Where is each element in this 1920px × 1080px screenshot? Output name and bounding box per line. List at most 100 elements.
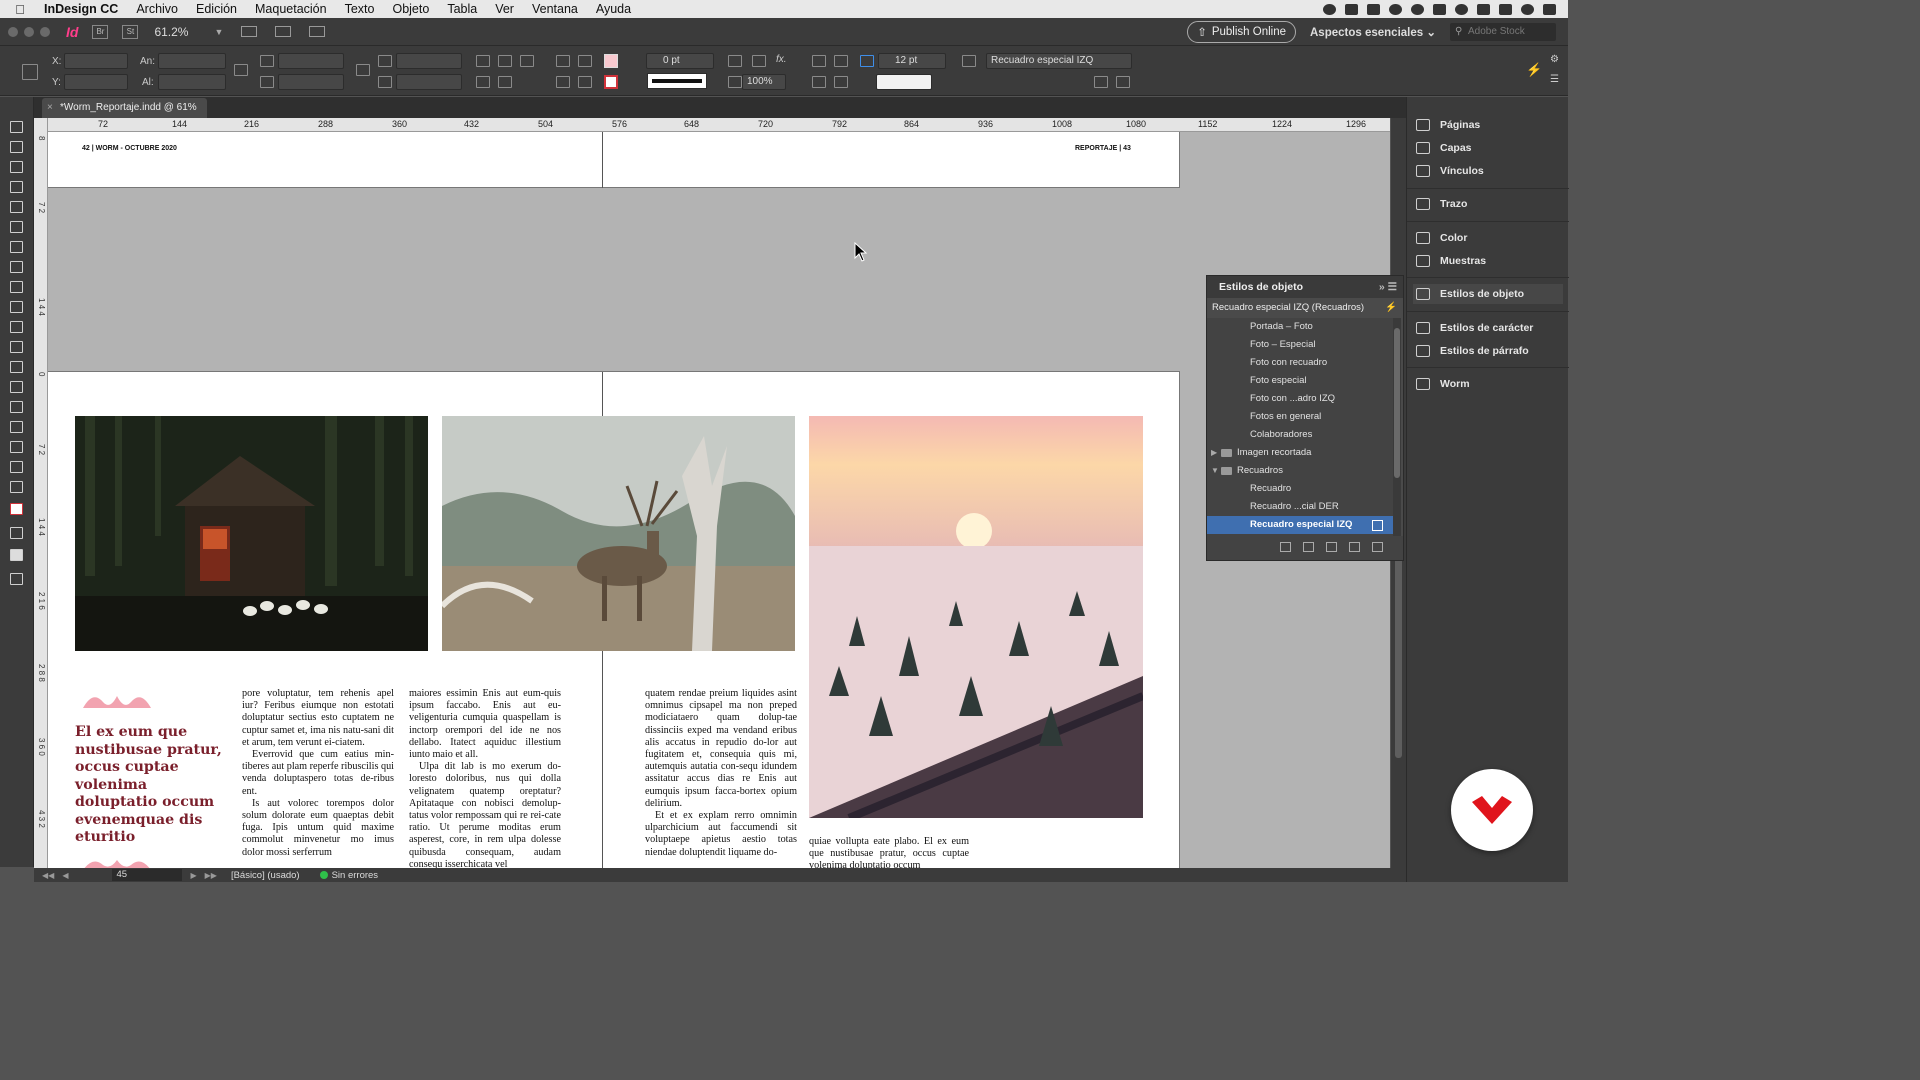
rotate-cw-icon[interactable]: [476, 55, 490, 67]
clear-non-defined-icon[interactable]: [1326, 542, 1337, 552]
dropbox-icon[interactable]: [1367, 3, 1380, 15]
direct-selection-tool-icon[interactable]: [10, 141, 23, 153]
screen-mode-tool-icon[interactable]: [10, 573, 23, 585]
arrange-documents-icon[interactable]: [309, 26, 326, 37]
scale-x-field[interactable]: [278, 53, 344, 69]
align-icon[interactable]: [812, 76, 826, 88]
stock-button[interactable]: St: [122, 24, 139, 39]
y-field[interactable]: [64, 74, 128, 90]
gradient-tool-icon[interactable]: [10, 381, 23, 393]
scale-y-icon[interactable]: [260, 76, 274, 88]
new-group-icon[interactable]: [1280, 542, 1291, 552]
style-item[interactable]: Fotos en general: [1207, 408, 1393, 426]
constrain-proportions-icon[interactable]: [234, 64, 248, 76]
menu-ayuda[interactable]: Ayuda: [587, 2, 640, 16]
panel-scrollbar[interactable]: [1393, 318, 1401, 536]
rotate-ccw-icon[interactable]: [498, 55, 512, 67]
text-wrap-box-icon[interactable]: [834, 55, 848, 67]
rotate-angle-field[interactable]: [396, 53, 462, 69]
opacity-icon[interactable]: [728, 76, 742, 88]
gap-tool-icon[interactable]: [10, 181, 23, 193]
frame-fitting-icon[interactable]: [752, 55, 766, 67]
style-item[interactable]: Foto con recuadro: [1207, 354, 1393, 372]
view-options-icon[interactable]: [241, 26, 258, 37]
sync-icon[interactable]: [1389, 3, 1402, 15]
object-style-select[interactable]: Recuadro especial IZQ: [986, 53, 1132, 69]
pasteboard[interactable]: 42 | WORM - OCTUBRE 2020 REPORTAJE | 43: [48, 132, 1390, 868]
width-field[interactable]: [158, 53, 226, 69]
rectangle-tool-icon[interactable]: [10, 321, 23, 333]
x-field[interactable]: [64, 53, 128, 69]
clear-overrides-icon[interactable]: [1094, 76, 1108, 88]
fill-stroke-icon[interactable]: [10, 503, 23, 515]
chevron-down-icon[interactable]: ▼: [1211, 462, 1219, 480]
text-column-1[interactable]: pore voluptatur, tem rehenis apel iur? F…: [242, 688, 394, 859]
pen-tool-icon[interactable]: [10, 261, 23, 273]
style-item[interactable]: Recuadro ...cial DER: [1207, 498, 1393, 516]
object-styles-panel-header[interactable]: Estilos de objeto » ☰: [1207, 276, 1403, 298]
style-item[interactable]: Foto – Especial: [1207, 336, 1393, 354]
line-tool-icon[interactable]: [10, 241, 23, 253]
workspace-switcher[interactable]: Aspectos esenciales ⌄: [1310, 25, 1436, 39]
dock-estilos-parrafo[interactable]: Estilos de párrafo: [1413, 341, 1563, 361]
menu-app-name[interactable]: InDesign CC: [40, 2, 127, 16]
dock-paginas[interactable]: Páginas: [1413, 115, 1563, 135]
preflight-status[interactable]: Sin errores: [332, 870, 378, 881]
gear-icon[interactable]: ⚙: [1550, 54, 1559, 65]
selection-tool-icon[interactable]: [10, 121, 23, 133]
scissors-tool-icon[interactable]: [10, 341, 23, 353]
flag-icon[interactable]: [1499, 3, 1512, 15]
eyedropper-tool-icon[interactable]: [10, 441, 23, 453]
shear-angle-icon[interactable]: [378, 76, 392, 88]
content-collector-icon[interactable]: [10, 201, 23, 213]
panel-menu-icon[interactable]: ☰: [1550, 74, 1559, 85]
s-icon[interactable]: [1433, 3, 1446, 15]
spread-main[interactable]: El ex eum que nustibusae pratur, occus c…: [48, 371, 1180, 868]
stroke-type-select[interactable]: [647, 73, 707, 89]
delete-style-icon[interactable]: [1372, 542, 1383, 552]
type-tool-icon[interactable]: [10, 221, 23, 233]
zoom-tool-icon[interactable]: [10, 481, 23, 493]
style-group-collapsed[interactable]: ▶ Imagen recortada: [1207, 444, 1393, 462]
text-column-4[interactable]: quiae vollupta eate plabo. El ex eum que…: [809, 836, 969, 868]
hand-tool-icon[interactable]: [10, 461, 23, 473]
dock-estilos-objeto[interactable]: Estilos de objeto: [1413, 284, 1563, 304]
volume-icon[interactable]: [1477, 3, 1490, 15]
vertical-ruler[interactable]: 8 7 2 1 4 4 0 7 2 1 4 4 2 1 6 2 8 8 3 6 …: [34, 118, 48, 868]
dock-color[interactable]: Color: [1413, 228, 1563, 248]
corner-size-field[interactable]: 12 pt: [878, 53, 946, 69]
spread-top[interactable]: 42 | WORM - OCTUBRE 2020 REPORTAJE | 43: [48, 132, 1180, 188]
height-field[interactable]: [158, 74, 226, 90]
link-scale-icon[interactable]: [356, 64, 370, 76]
clear-overrides-icon[interactable]: [1303, 542, 1314, 552]
clear-attributes-icon[interactable]: [1116, 76, 1130, 88]
dock-estilos-caracter[interactable]: Estilos de carácter: [1413, 318, 1563, 338]
text-wrap-none-icon[interactable]: [812, 55, 826, 67]
select-previous-icon[interactable]: [578, 55, 592, 67]
cloud-icon[interactable]: [1411, 3, 1424, 15]
flip-horizontal-icon[interactable]: [476, 76, 490, 88]
shear-angle-field[interactable]: [396, 74, 462, 90]
panel-collapse-menu-icon[interactable]: » ☰: [1379, 276, 1397, 298]
apply-color-icon[interactable]: [10, 549, 23, 561]
horizontal-ruler[interactable]: 72 144 216 288 360 432 504 576 648 720 7…: [48, 118, 1390, 132]
style-item[interactable]: Colaboradores: [1207, 426, 1393, 444]
stroke-swatch[interactable]: [604, 75, 618, 89]
publish-online-button[interactable]: ⇧ Publish Online: [1187, 20, 1296, 43]
rectangle-frame-tool-icon[interactable]: [10, 301, 23, 313]
gradient-feather-tool-icon[interactable]: [10, 401, 23, 413]
page-tool-icon[interactable]: [10, 161, 23, 173]
menu-ver[interactable]: Ver: [486, 2, 523, 16]
p-icon[interactable]: [520, 55, 534, 67]
text-column-2[interactable]: maiores essimin Enis aut eum-quis ipsum …: [409, 688, 561, 868]
adobe-stock-search[interactable]: ⚲ Adobe Stock: [1450, 22, 1556, 41]
dock-worm[interactable]: Worm: [1413, 374, 1563, 394]
document-tab[interactable]: × *Worm_Reportaje.indd @ 61%: [42, 98, 207, 118]
photo-forest-hut[interactable]: [75, 416, 428, 651]
record-icon[interactable]: [1323, 3, 1336, 15]
first-page-icon[interactable]: ◀◀: [42, 871, 54, 880]
note-tool-icon[interactable]: [10, 421, 23, 433]
screen-mode-icon[interactable]: [275, 26, 292, 37]
dock-trazo[interactable]: Trazo: [1413, 194, 1563, 214]
menu-texto[interactable]: Texto: [336, 2, 384, 16]
